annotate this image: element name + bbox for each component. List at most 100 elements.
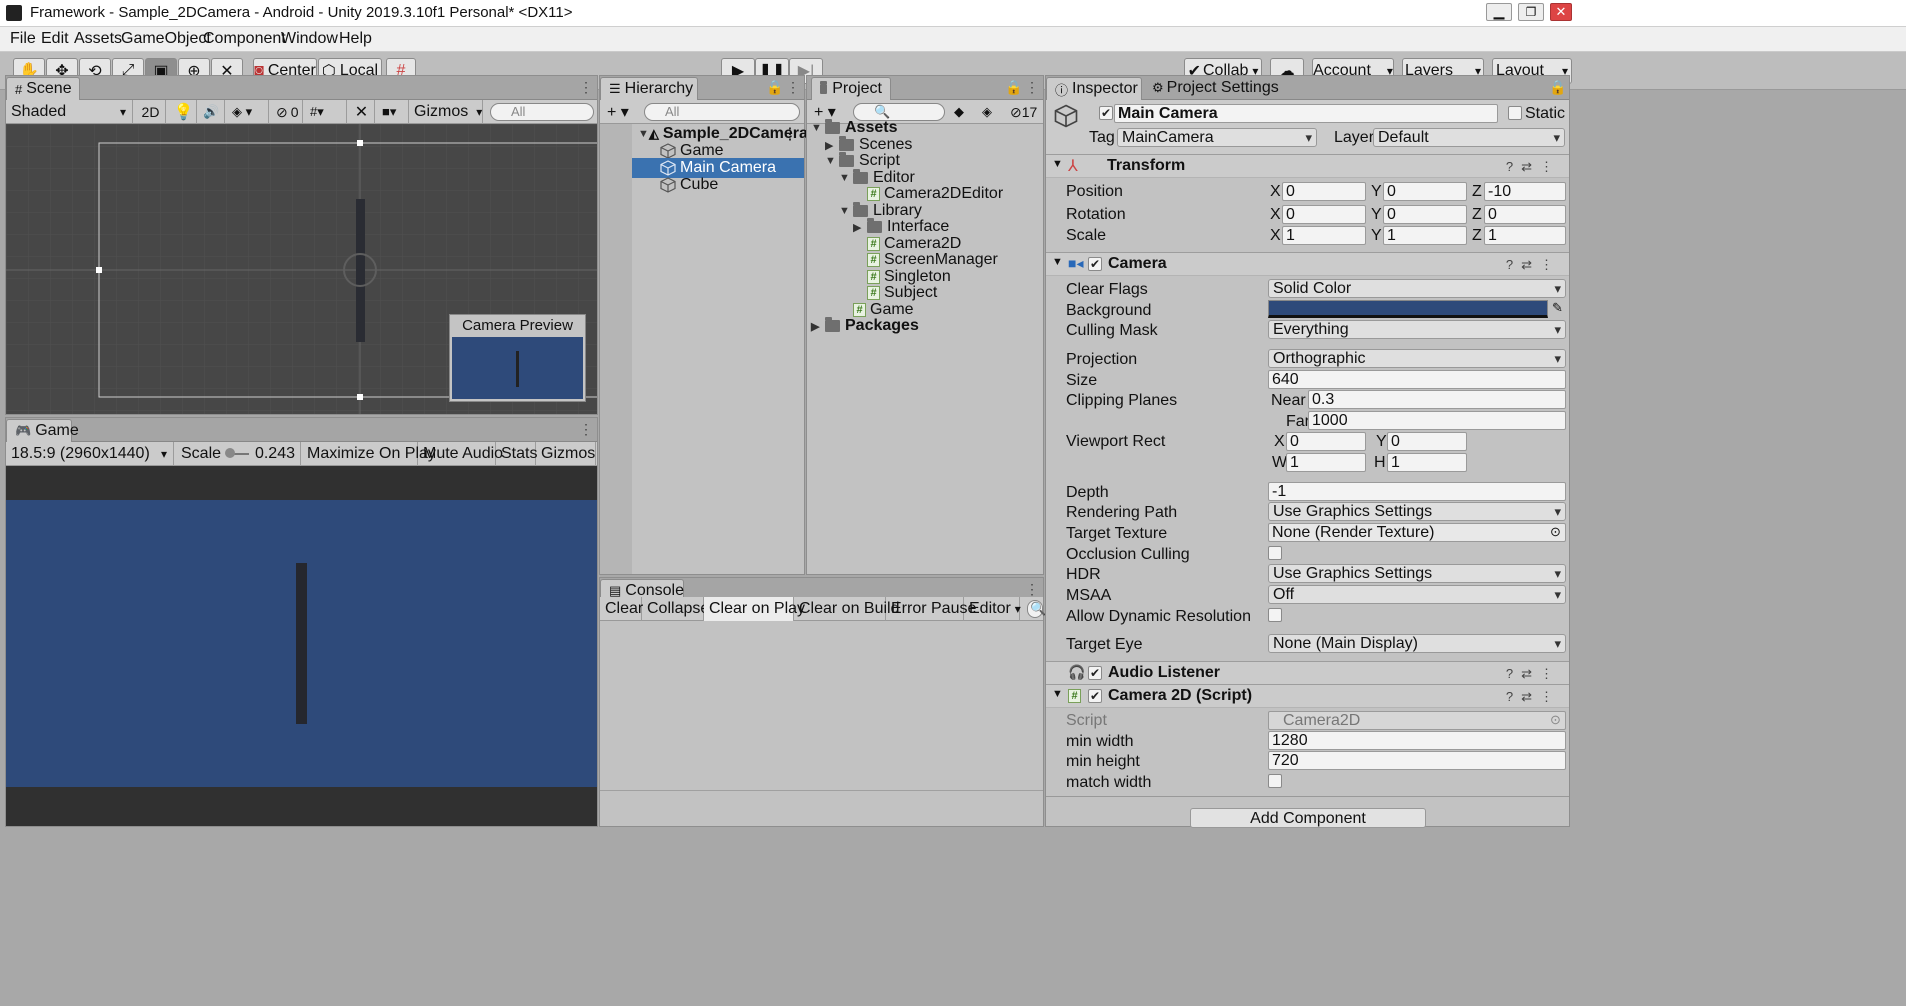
filter-by-label-icon[interactable]: ◈ [977, 100, 1003, 124]
scale-slider[interactable]: Scale 0.243 [176, 442, 301, 466]
stats-toggle[interactable]: Stats [496, 442, 537, 466]
audio-listener-header[interactable]: 🎧 ✔ Audio Listener ?⇄⋮ [1046, 661, 1569, 685]
tab-inspector[interactable]: ⓘ Inspector [1046, 77, 1142, 100]
rotation-x-input[interactable]: 0 [1282, 205, 1366, 224]
component-header-icons[interactable]: ?⇄⋮ [1506, 257, 1561, 273]
gizmos-dropdown[interactable]: Gizmos ▾ [409, 100, 483, 124]
viewport-y-input[interactable]: 0 [1387, 432, 1467, 451]
depth-input[interactable]: -1 [1268, 482, 1566, 501]
camera2d-enabled-checkbox[interactable]: ✔ [1088, 689, 1102, 703]
culling-mask-dropdown[interactable]: Everything [1268, 320, 1566, 339]
game-menu-icon[interactable]: ⋮ [579, 421, 593, 438]
component-header-icons[interactable]: ?⇄⋮ [1506, 689, 1561, 705]
tab-scene[interactable]: # Scene [6, 77, 80, 100]
minimize-button[interactable]: ▁ [1486, 3, 1512, 21]
effects-icon[interactable]: ◈ ▾ [227, 100, 269, 124]
project-menu-icon[interactable]: ⋮ [1025, 79, 1039, 96]
component-header-icons[interactable]: ?⇄⋮ [1506, 666, 1561, 682]
viewport-h-input[interactable]: 1 [1387, 453, 1467, 472]
audio-listener-checkbox[interactable]: ✔ [1088, 666, 1102, 680]
menu-gameobject[interactable]: GameObject [121, 30, 211, 48]
console-clear-on-play-button[interactable]: Clear on Play [704, 597, 805, 621]
scene-search-input[interactable]: All [490, 103, 594, 121]
size-input[interactable]: 640 [1268, 370, 1566, 389]
game-view[interactable] [6, 466, 597, 826]
position-z-input[interactable]: -10 [1484, 182, 1566, 201]
tab-project[interactable]: Project [811, 77, 891, 100]
position-x-input[interactable]: 0 [1282, 182, 1366, 201]
project-item-packages[interactable]: ▶ Packages [811, 316, 919, 336]
static-checkbox[interactable] [1508, 106, 1522, 120]
scene-viewport[interactable]: Camera Preview [6, 124, 597, 414]
inspector-lock-icon[interactable]: 🔒 [1549, 79, 1566, 96]
position-y-input[interactable]: 0 [1383, 182, 1467, 201]
console-clear-button[interactable]: Clear [600, 597, 643, 621]
occlusion-culling-checkbox[interactable] [1268, 546, 1282, 560]
min-height-input[interactable]: 720 [1268, 751, 1566, 770]
tab-game[interactable]: 🎮 Game [6, 419, 79, 442]
resolution-dropdown[interactable]: 18.5:9 (2960x1440) ▾ [6, 442, 174, 466]
hdr-dropdown[interactable]: Use Graphics Settings [1268, 564, 1566, 583]
target-eye-dropdown[interactable]: None (Main Display) [1268, 634, 1566, 653]
active-checkbox[interactable]: ✔ [1099, 106, 1113, 120]
game-gizmos-toggle[interactable]: Gizmos [536, 442, 596, 466]
audio-icon[interactable]: 🔊 [199, 100, 225, 124]
create-add-icon[interactable]: + ▾ [602, 100, 636, 124]
grid-toggle-icon[interactable]: #▾ [305, 100, 347, 124]
maximize-button[interactable]: ❐ [1518, 3, 1544, 21]
background-color-swatch[interactable] [1268, 300, 1548, 318]
transform-header[interactable]: ▼ ⅄ Transform ?⇄⋮ [1046, 154, 1569, 178]
projection-dropdown[interactable]: Orthographic [1268, 349, 1566, 368]
filter-by-type-icon[interactable]: ◆ [949, 100, 975, 124]
tab-project-settings[interactable]: ⚙ Project Settings [1152, 79, 1279, 97]
layer-dropdown[interactable]: Default [1373, 128, 1565, 147]
object-name-input[interactable]: Main Camera [1114, 104, 1498, 123]
dynamic-resolution-checkbox[interactable] [1268, 608, 1282, 622]
scale-y-input[interactable]: 1 [1383, 226, 1467, 245]
component-header-icons[interactable]: ?⇄⋮ [1506, 159, 1561, 175]
rotation-z-input[interactable]: 0 [1484, 205, 1566, 224]
menu-component[interactable]: Component [203, 30, 286, 48]
tab-hierarchy[interactable]: ☰ Hierarchy [600, 77, 698, 100]
camera-settings-icon[interactable]: ■▾ [377, 100, 409, 124]
shading-mode-dropdown[interactable]: Shaded ▾ [6, 100, 133, 124]
msaa-dropdown[interactable]: Off [1268, 585, 1566, 604]
menu-help[interactable]: Help [339, 30, 372, 48]
menu-assets[interactable]: Assets [74, 30, 122, 48]
console-clear-on-build-button[interactable]: Clear on Build [794, 597, 900, 621]
object-picker-icon[interactable]: ⊙ [1550, 524, 1561, 540]
rotation-y-input[interactable]: 0 [1383, 205, 1467, 224]
menu-edit[interactable]: Edit [41, 30, 69, 48]
toggle-2d-button[interactable]: 2D [136, 100, 166, 124]
target-texture-field[interactable]: None (Render Texture) [1268, 523, 1566, 542]
console-collapse-button[interactable]: Collapse [642, 597, 709, 621]
clear-flags-dropdown[interactable]: Solid Color [1268, 279, 1566, 298]
console-error-pause-button[interactable]: Error Pause [886, 597, 976, 621]
console-menu-icon[interactable]: ⋮ [1025, 581, 1039, 598]
add-component-button[interactable]: Add Component [1190, 808, 1426, 828]
match-width-checkbox[interactable] [1268, 774, 1282, 788]
hierarchy-menu-icon[interactable]: ⋮ [786, 79, 800, 96]
viewport-x-input[interactable]: 0 [1286, 432, 1366, 451]
tag-dropdown[interactable]: MainCamera [1117, 128, 1317, 147]
camera2d-script-header[interactable]: ▼ # ✔ Camera 2D (Script) ?⇄⋮ [1046, 684, 1569, 708]
camera-header[interactable]: ▼ ■◂ ✔ Camera ?⇄⋮ [1046, 252, 1569, 276]
scene-menu-icon[interactable]: ⋮ [579, 79, 593, 96]
maximize-on-play-toggle[interactable]: Maximize On Play [302, 442, 436, 466]
menu-file[interactable]: File [10, 30, 36, 48]
project-lock-icon[interactable]: 🔒 [1005, 79, 1022, 96]
min-width-input[interactable]: 1280 [1268, 731, 1566, 750]
mute-audio-toggle[interactable]: Mute Audio [418, 442, 503, 466]
scale-z-input[interactable]: 1 [1484, 226, 1566, 245]
rendering-path-dropdown[interactable]: Use Graphics Settings [1268, 502, 1566, 521]
hidden-packages-toggle[interactable]: ⊘ 17 [1005, 100, 1043, 124]
viewport-w-input[interactable]: 1 [1286, 453, 1366, 472]
close-button[interactable]: ✕ [1550, 3, 1572, 21]
hierarchy-item-cube[interactable]: Cube [632, 175, 804, 195]
hierarchy-search-input[interactable]: All [644, 103, 800, 121]
lighting-icon[interactable]: 💡 [171, 100, 197, 124]
console-editor-dropdown[interactable]: Editor ▾ [964, 597, 1021, 621]
console-search-icon[interactable]: 🔍 [1027, 600, 1046, 618]
near-input[interactable]: 0.3 [1308, 390, 1566, 409]
far-input[interactable]: 1000 [1308, 411, 1566, 430]
